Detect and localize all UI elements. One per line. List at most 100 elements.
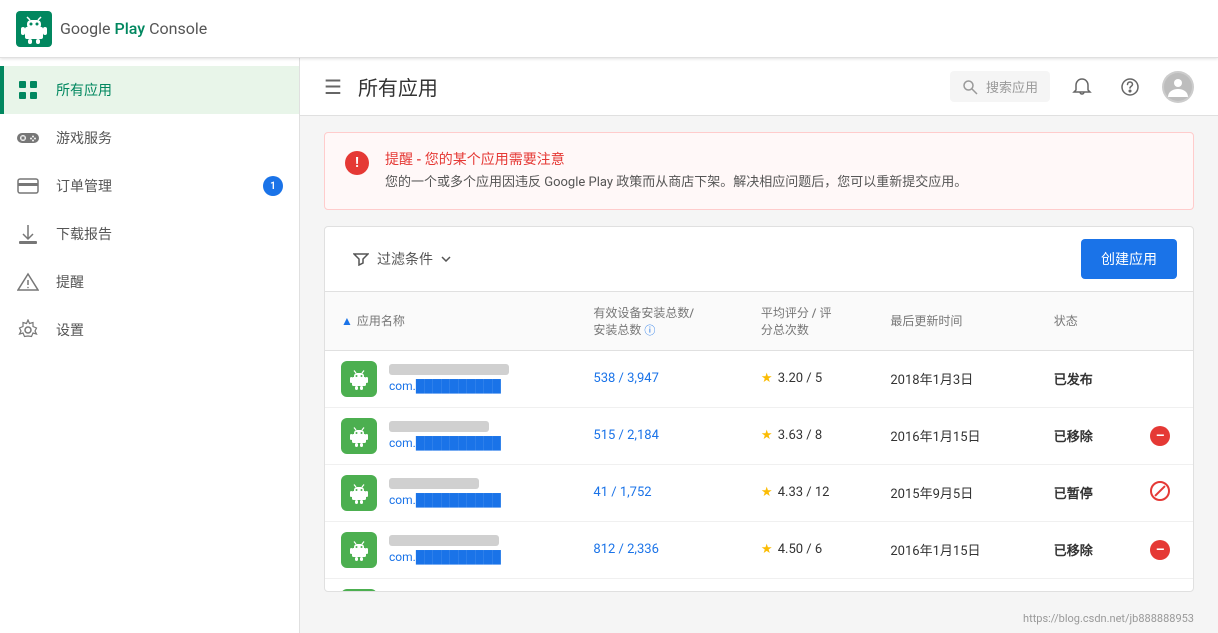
help-button[interactable] xyxy=(1114,71,1146,103)
sidebar-item-order-mgmt[interactable]: 订单管理 1 xyxy=(0,162,299,210)
status-cell: 已暂停 xyxy=(1038,464,1128,521)
status-icon-cell: – xyxy=(1127,407,1193,464)
updated-cell: 2018年1月3日 xyxy=(874,350,1037,407)
app-name-info: com.██████████ xyxy=(389,592,501,593)
gear-icon xyxy=(16,318,40,342)
col-status[interactable]: 状态 xyxy=(1038,292,1128,351)
search-placeholder: 搜索应用 xyxy=(986,77,1038,96)
app-name-cell: com.██████████ xyxy=(341,589,561,593)
hamburger-icon[interactable]: ☰ xyxy=(324,75,342,99)
rating-cell: ★ 4.33 / 12 xyxy=(745,464,875,521)
rating-cell: ★ 4.50 / 6 xyxy=(745,521,875,578)
alert-content: 提醒 - 您的某个应用需要注意 您的一个或多个应用因违反 Google Play… xyxy=(385,149,967,193)
app-name-info: com.██████████ xyxy=(389,421,501,451)
page-title: 所有应用 xyxy=(358,72,934,101)
app-icon xyxy=(341,418,377,454)
alert-banner: ! 提醒 - 您的某个应用需要注意 您的一个或多个应用因违反 Google Pl… xyxy=(324,132,1194,210)
remove-icon: – xyxy=(1150,540,1170,560)
remove-icon: – xyxy=(1150,426,1170,446)
installs-cell: 812 / 2,336 xyxy=(577,521,744,578)
table-row[interactable]: com.██████████ 812 / 2,336★ 4.50 / 62016… xyxy=(325,521,1193,578)
filter-icon xyxy=(353,252,369,266)
table-row[interactable]: com.██████████ 41 / 1,752★ 4.33 / 122015… xyxy=(325,464,1193,521)
app-name-cell: com.██████████ xyxy=(341,361,561,397)
alert-title: 提醒 - 您的某个应用需要注意 xyxy=(385,149,967,169)
sidebar-item-label: 订单管理 xyxy=(56,176,263,196)
installs-cell: 41 / 1,752 xyxy=(577,464,744,521)
content-header: ☰ 所有应用 搜索应用 xyxy=(300,58,1218,116)
app-name-cell: com.██████████ xyxy=(341,532,561,568)
search-box[interactable]: 搜索应用 xyxy=(950,71,1050,102)
status-icon-cell xyxy=(1127,464,1193,521)
app-name-cell: com.██████████ xyxy=(341,418,561,454)
installs-cell: 538 / 3,947 xyxy=(577,350,744,407)
logo-text: Google Play Console xyxy=(60,19,207,38)
app-name-cell: com.██████████ xyxy=(341,475,561,511)
sidebar-item-alerts[interactable]: 提醒 xyxy=(0,258,299,306)
filter-label: 过滤条件 xyxy=(377,249,433,269)
installs-cell: 515 / 2,184 xyxy=(577,407,744,464)
col-name[interactable]: ▲应用名称 xyxy=(325,292,577,351)
apps-table-section: 过滤条件 创建应用 ▲应用名称 有效设备安装总数/安装总数 ⓘ 平均评分 / 评… xyxy=(324,226,1194,593)
sidebar-item-download-report[interactable]: 下载报告 xyxy=(0,210,299,258)
status-cell: 已发布 xyxy=(1038,350,1128,407)
status-icon-cell: – xyxy=(1127,578,1193,592)
app-icon xyxy=(341,532,377,568)
app-package: com.██████████ xyxy=(389,550,501,564)
col-rating[interactable]: 平均评分 / 评分总次数 xyxy=(745,292,875,351)
status-cell: 已移除 xyxy=(1038,578,1128,592)
rating-cell: ★ 3.67 / 3 xyxy=(745,578,875,592)
android-logo-icon xyxy=(16,11,52,47)
col-updated[interactable]: 最后更新时间 xyxy=(874,292,1037,351)
sidebar-item-label: 设置 xyxy=(56,320,283,340)
status-cell: 已移除 xyxy=(1038,407,1128,464)
sidebar-item-all-apps[interactable]: 所有应用 xyxy=(0,66,299,114)
app-icon xyxy=(341,361,377,397)
sidebar-item-settings[interactable]: 设置 xyxy=(0,306,299,354)
user-avatar[interactable] xyxy=(1162,71,1194,103)
rating-cell: ★ 3.63 / 8 xyxy=(745,407,875,464)
sidebar-item-game-services[interactable]: 游戏服务 xyxy=(0,114,299,162)
app-package: com.██████████ xyxy=(389,379,501,393)
header-actions: 搜索应用 xyxy=(950,71,1194,103)
download-icon xyxy=(16,222,40,246)
apps-icon xyxy=(16,78,40,102)
app-name-info: com.██████████ xyxy=(389,478,501,508)
table-row[interactable]: com.██████████ 538 / 3,947★ 3.20 / 52018… xyxy=(325,350,1193,407)
sidebar-item-label: 下载报告 xyxy=(56,224,283,244)
apps-table: ▲应用名称 有效设备安装总数/安装总数 ⓘ 平均评分 / 评分总次数 最后更新时… xyxy=(325,292,1193,593)
sidebar: 所有应用 游戏服务 xyxy=(0,58,300,633)
chevron-down-icon xyxy=(441,256,451,262)
filter-button[interactable]: 过滤条件 xyxy=(341,243,463,275)
app-package: com.██████████ xyxy=(389,493,501,507)
search-icon xyxy=(962,79,978,95)
col-installs[interactable]: 有效设备安装总数/安装总数 ⓘ xyxy=(577,292,744,351)
app-icon xyxy=(341,475,377,511)
create-app-button[interactable]: 创建应用 xyxy=(1081,239,1177,279)
app-name-info: com.██████████ xyxy=(389,535,501,565)
topbar: Google Play Console xyxy=(0,0,1218,58)
watermark: https://blog.csdn.net/jb888888953 xyxy=(300,608,1218,633)
installs-cell: 457 / 1,034 xyxy=(577,578,744,592)
sidebar-item-label: 所有应用 xyxy=(56,80,283,100)
notification-button[interactable] xyxy=(1066,71,1098,103)
sidebar-item-label: 游戏服务 xyxy=(56,128,283,148)
warning-icon xyxy=(16,270,40,294)
col-action xyxy=(1127,292,1193,351)
table-row[interactable]: com.██████████ 515 / 2,184★ 3.63 / 82016… xyxy=(325,407,1193,464)
app-package: com.██████████ xyxy=(389,436,501,450)
content-area: ☰ 所有应用 搜索应用 xyxy=(300,58,1218,633)
updated-cell: 2016年1月15日 xyxy=(874,521,1037,578)
rating-cell: ★ 3.20 / 5 xyxy=(745,350,875,407)
alert-warning-icon: ! xyxy=(345,151,369,175)
app-icon xyxy=(341,589,377,593)
updated-cell: 2016年1月15日 xyxy=(874,407,1037,464)
status-icon-cell: – xyxy=(1127,521,1193,578)
alert-description: 您的一个或多个应用因违反 Google Play 政策而从商店下架。解决相应问题… xyxy=(385,173,967,193)
table-row[interactable]: com.██████████ 457 / 1,034★ 3.67 / 32016… xyxy=(325,578,1193,592)
status-icon-cell xyxy=(1127,350,1193,407)
sidebar-item-label: 提醒 xyxy=(56,272,283,292)
ban-icon xyxy=(1150,481,1170,501)
table-toolbar: 过滤条件 创建应用 xyxy=(325,227,1193,292)
app-name-info: com.██████████ xyxy=(389,364,509,394)
